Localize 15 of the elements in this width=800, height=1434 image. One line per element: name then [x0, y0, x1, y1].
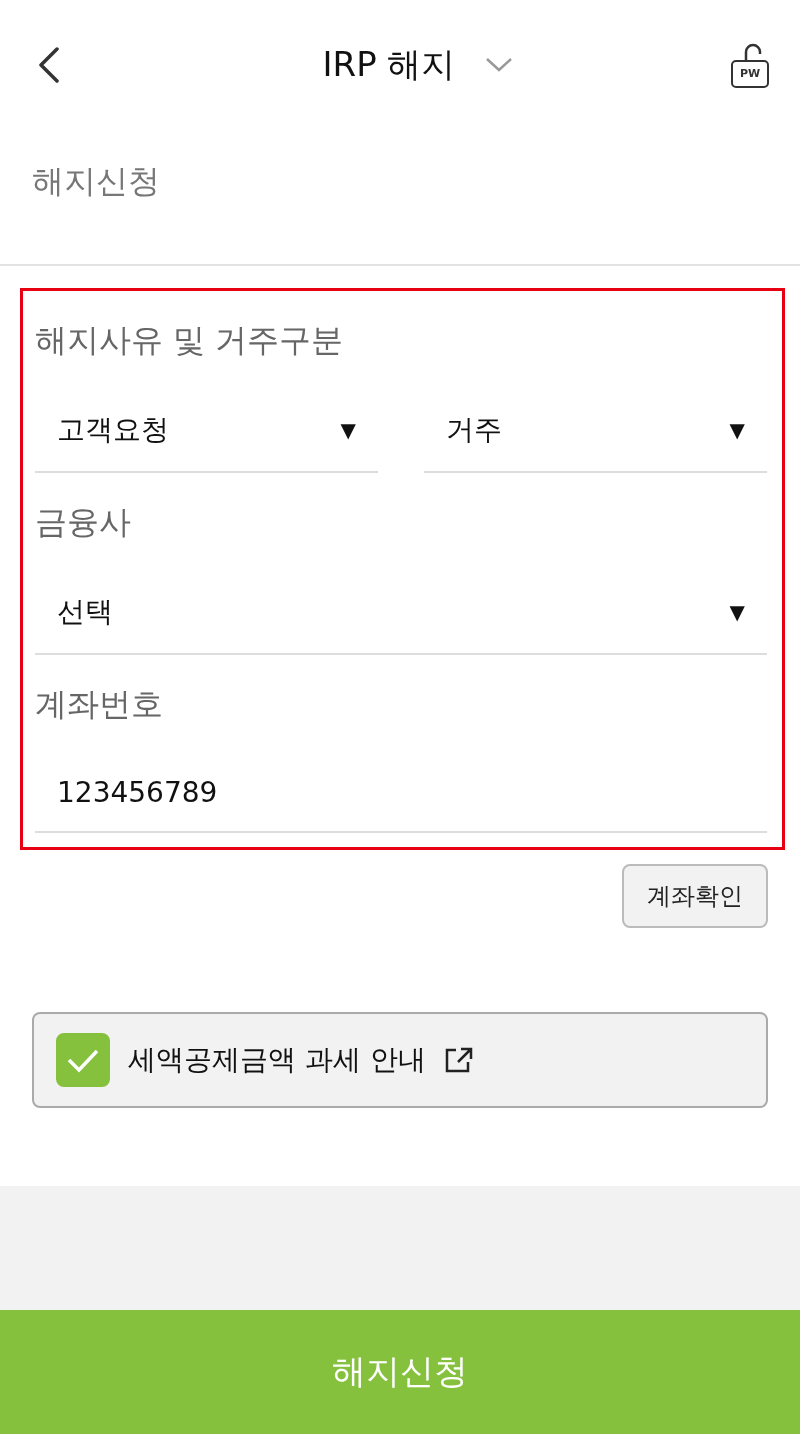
external-link-icon[interactable]	[443, 1046, 474, 1074]
section-title: 해지신청	[31, 161, 161, 202]
page-title: IRP 해지	[322, 43, 456, 86]
verify-button[interactable]: 계좌확인	[622, 864, 768, 928]
field-label: 금융사	[35, 502, 132, 543]
dropdown[interactable]: 선택 ▼	[35, 571, 767, 655]
notice-link[interactable]: 세액공제금액 과세 안내	[128, 1041, 426, 1079]
field-label: 해지사유 및 거주구분	[35, 320, 345, 361]
chevron-down-icon[interactable]	[485, 57, 514, 73]
dropdown[interactable]: 고객요청 ▼	[35, 389, 378, 473]
checkbox[interactable]	[56, 1033, 110, 1087]
dropdown[interactable]: 거주 ▼	[424, 389, 767, 473]
input-field[interactable]: 123456789	[35, 753, 767, 833]
back-icon[interactable]	[38, 47, 60, 83]
field-label: 계좌번호	[35, 684, 164, 725]
